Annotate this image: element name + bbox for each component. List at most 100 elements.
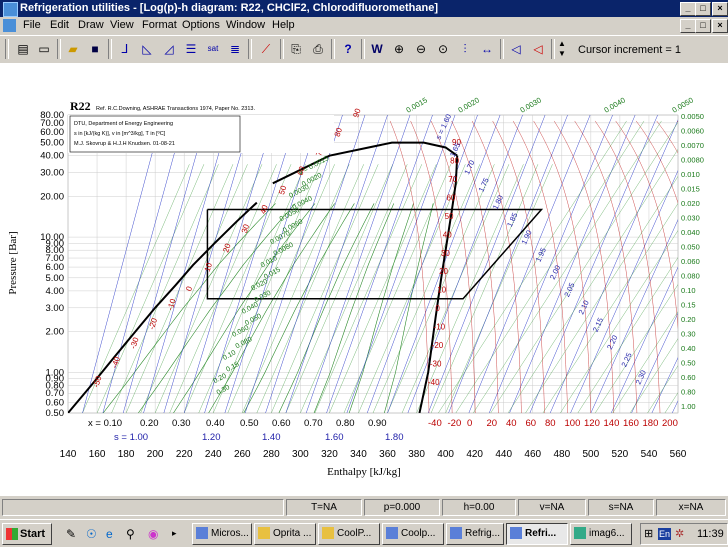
vapor-temperature-label: 20 <box>439 267 448 276</box>
x-tick-label: 400 <box>437 449 454 460</box>
pointer-red-icon[interactable]: ◁ <box>528 39 548 59</box>
task-microsoft[interactable]: Micros... <box>192 523 252 545</box>
quality-label: 0.30 <box>172 418 191 429</box>
quick-launch-ie-icon[interactable]: e <box>106 527 113 541</box>
child-close-button[interactable]: × <box>712 19 728 33</box>
task-refrig[interactable]: Refrig... <box>446 523 504 545</box>
vapor-temperature-label: -20 <box>432 341 444 350</box>
right-volume-label: 0.080 <box>681 272 700 281</box>
toolbar-separator <box>280 39 284 59</box>
quality-label: 0.90 <box>368 418 387 429</box>
top-volume-label: 0.0030 <box>519 95 543 114</box>
help-icon[interactable]: ? <box>338 39 358 59</box>
menu-draw[interactable]: Draw <box>78 19 104 31</box>
sat-table-icon[interactable]: sat <box>203 39 223 59</box>
y-tick-label: 0.50 <box>46 408 65 419</box>
pointer-blue-icon[interactable]: ◁ <box>506 39 526 59</box>
document-icon[interactable] <box>3 19 16 32</box>
tray-speaker-icon[interactable]: ✲ <box>675 524 684 544</box>
quality-label: x = 0.10 <box>88 418 122 429</box>
menu-view[interactable]: View <box>110 19 134 31</box>
task-label: Oprita ... <box>273 528 311 539</box>
tray-network-icon[interactable]: ⊞ <box>644 524 653 544</box>
table-icon[interactable]: ☰ <box>181 39 201 59</box>
start-button[interactable]: Start <box>2 523 52 545</box>
maximize-button[interactable]: □ <box>695 2 711 16</box>
x-tick-label: 520 <box>612 449 629 460</box>
vapor-temperature-label: -10 <box>434 323 446 332</box>
status-volume: v=NA <box>518 499 586 516</box>
right-volume-label: 0.015 <box>681 185 700 194</box>
child-restore-button[interactable]: □ <box>695 19 711 33</box>
copy-icon[interactable]: ⎘ <box>286 39 306 59</box>
task-label: Micros... <box>211 528 249 539</box>
task-label: Coolp... <box>401 528 435 539</box>
open-folder-icon[interactable]: ▰ <box>63 39 83 59</box>
save-icon[interactable]: ■ <box>85 39 105 59</box>
top-volume-label: 0.0015 <box>405 95 429 114</box>
page-icon[interactable]: ▤ <box>13 39 33 59</box>
preview-icon[interactable]: ▭ <box>34 39 54 59</box>
horizontal-marker-icon[interactable]: ↔ <box>477 39 497 59</box>
quick-launch-color-icon[interactable]: ◉ <box>148 527 158 541</box>
menu-bar: File Edit Draw View Format Options Windo… <box>0 17 728 34</box>
zoom-fit-icon[interactable]: ⊙ <box>433 39 453 59</box>
right-volume-label: 0.60 <box>681 373 696 382</box>
app-icon[interactable] <box>3 2 18 17</box>
task-oprita[interactable]: Oprita ... <box>254 523 316 545</box>
task-imag6[interactable]: imag6... <box>570 523 632 545</box>
menu-edit[interactable]: Edit <box>50 19 69 31</box>
menu-window[interactable]: Window <box>226 19 265 31</box>
logph-diagram[interactable]: 1401601802002202402602803003203403603804… <box>0 63 728 496</box>
menu-options[interactable]: Options <box>182 19 220 31</box>
quality-label: 0.20 <box>140 418 159 429</box>
cycle-icon[interactable]: ⟋ <box>256 39 276 59</box>
temperature-label: 0 <box>467 418 472 429</box>
task-coolpack[interactable]: Coolp... <box>382 523 444 545</box>
y-tick-label: 50.00 <box>40 138 64 149</box>
diagram-hs-icon[interactable]: ◿ <box>159 39 179 59</box>
x-tick-label: 220 <box>176 449 193 460</box>
temperature-label: 100 <box>565 418 581 429</box>
cursor-increment-spinner[interactable]: ▲▼ <box>556 39 568 59</box>
right-volume-label: 0.030 <box>681 214 700 223</box>
close-button[interactable]: × <box>712 2 728 16</box>
x-axis-label: Enthalpy [kJ/kg] <box>327 466 401 478</box>
quick-launch-search-icon[interactable]: ⚲ <box>126 527 135 541</box>
list-icon[interactable]: ≣ <box>225 39 245 59</box>
status-bar: T=NA p=0.000 h=0.00 v=NA s=NA x=NA <box>0 498 728 516</box>
minimize-button[interactable]: _ <box>680 2 696 16</box>
diagram-logph-icon[interactable]: ⅃ <box>115 39 135 59</box>
diagram-ts-icon[interactable]: ◺ <box>137 39 157 59</box>
x-tick-label: 340 <box>350 449 367 460</box>
quick-launch-desktop-icon[interactable]: ✎ <box>66 527 76 541</box>
x-tick-label: 560 <box>670 449 687 460</box>
app-window-icon <box>510 527 522 539</box>
vapor-temperature-label: 30 <box>441 249 450 258</box>
right-volume-label: 0.0070 <box>681 141 704 150</box>
credit-line-1: DTU, Department of Energy Engineering <box>74 121 173 127</box>
menu-format[interactable]: Format <box>142 19 177 31</box>
window-title: Refrigeration utilities - [Log(p)-h diag… <box>20 2 438 14</box>
zoom-in-icon[interactable]: ⊕ <box>389 39 409 59</box>
task-refri-active[interactable]: Refri... <box>506 523 568 545</box>
zoom-out-icon[interactable]: ⊖ <box>411 39 431 59</box>
print-icon[interactable]: ⎙ <box>308 39 328 59</box>
y-tick-label: 20.00 <box>40 191 64 202</box>
status-panel-main <box>2 499 284 516</box>
w-tool-icon[interactable]: W <box>367 39 387 59</box>
right-volume-label: 0.40 <box>681 344 696 353</box>
child-minimize-button[interactable]: _ <box>680 19 696 33</box>
isotherm-line <box>698 121 728 413</box>
vertical-marker-icon[interactable]: ⫶ <box>455 39 475 59</box>
reference-text: Ref. R.C.Downing, ASHRAE Transactions 19… <box>96 106 255 112</box>
menu-help[interactable]: Help <box>272 19 295 31</box>
right-volume-label: 0.040 <box>681 228 700 237</box>
quick-launch-more-icon[interactable]: ▸ <box>172 528 177 539</box>
language-indicator[interactable]: En <box>658 528 671 540</box>
quick-launch-outlook-icon[interactable]: ☉ <box>86 527 97 541</box>
x-tick-label: 500 <box>583 449 600 460</box>
task-coolpack-folder[interactable]: CoolP... <box>318 523 380 545</box>
toolbar-separator <box>331 39 335 59</box>
menu-file[interactable]: File <box>23 19 41 31</box>
